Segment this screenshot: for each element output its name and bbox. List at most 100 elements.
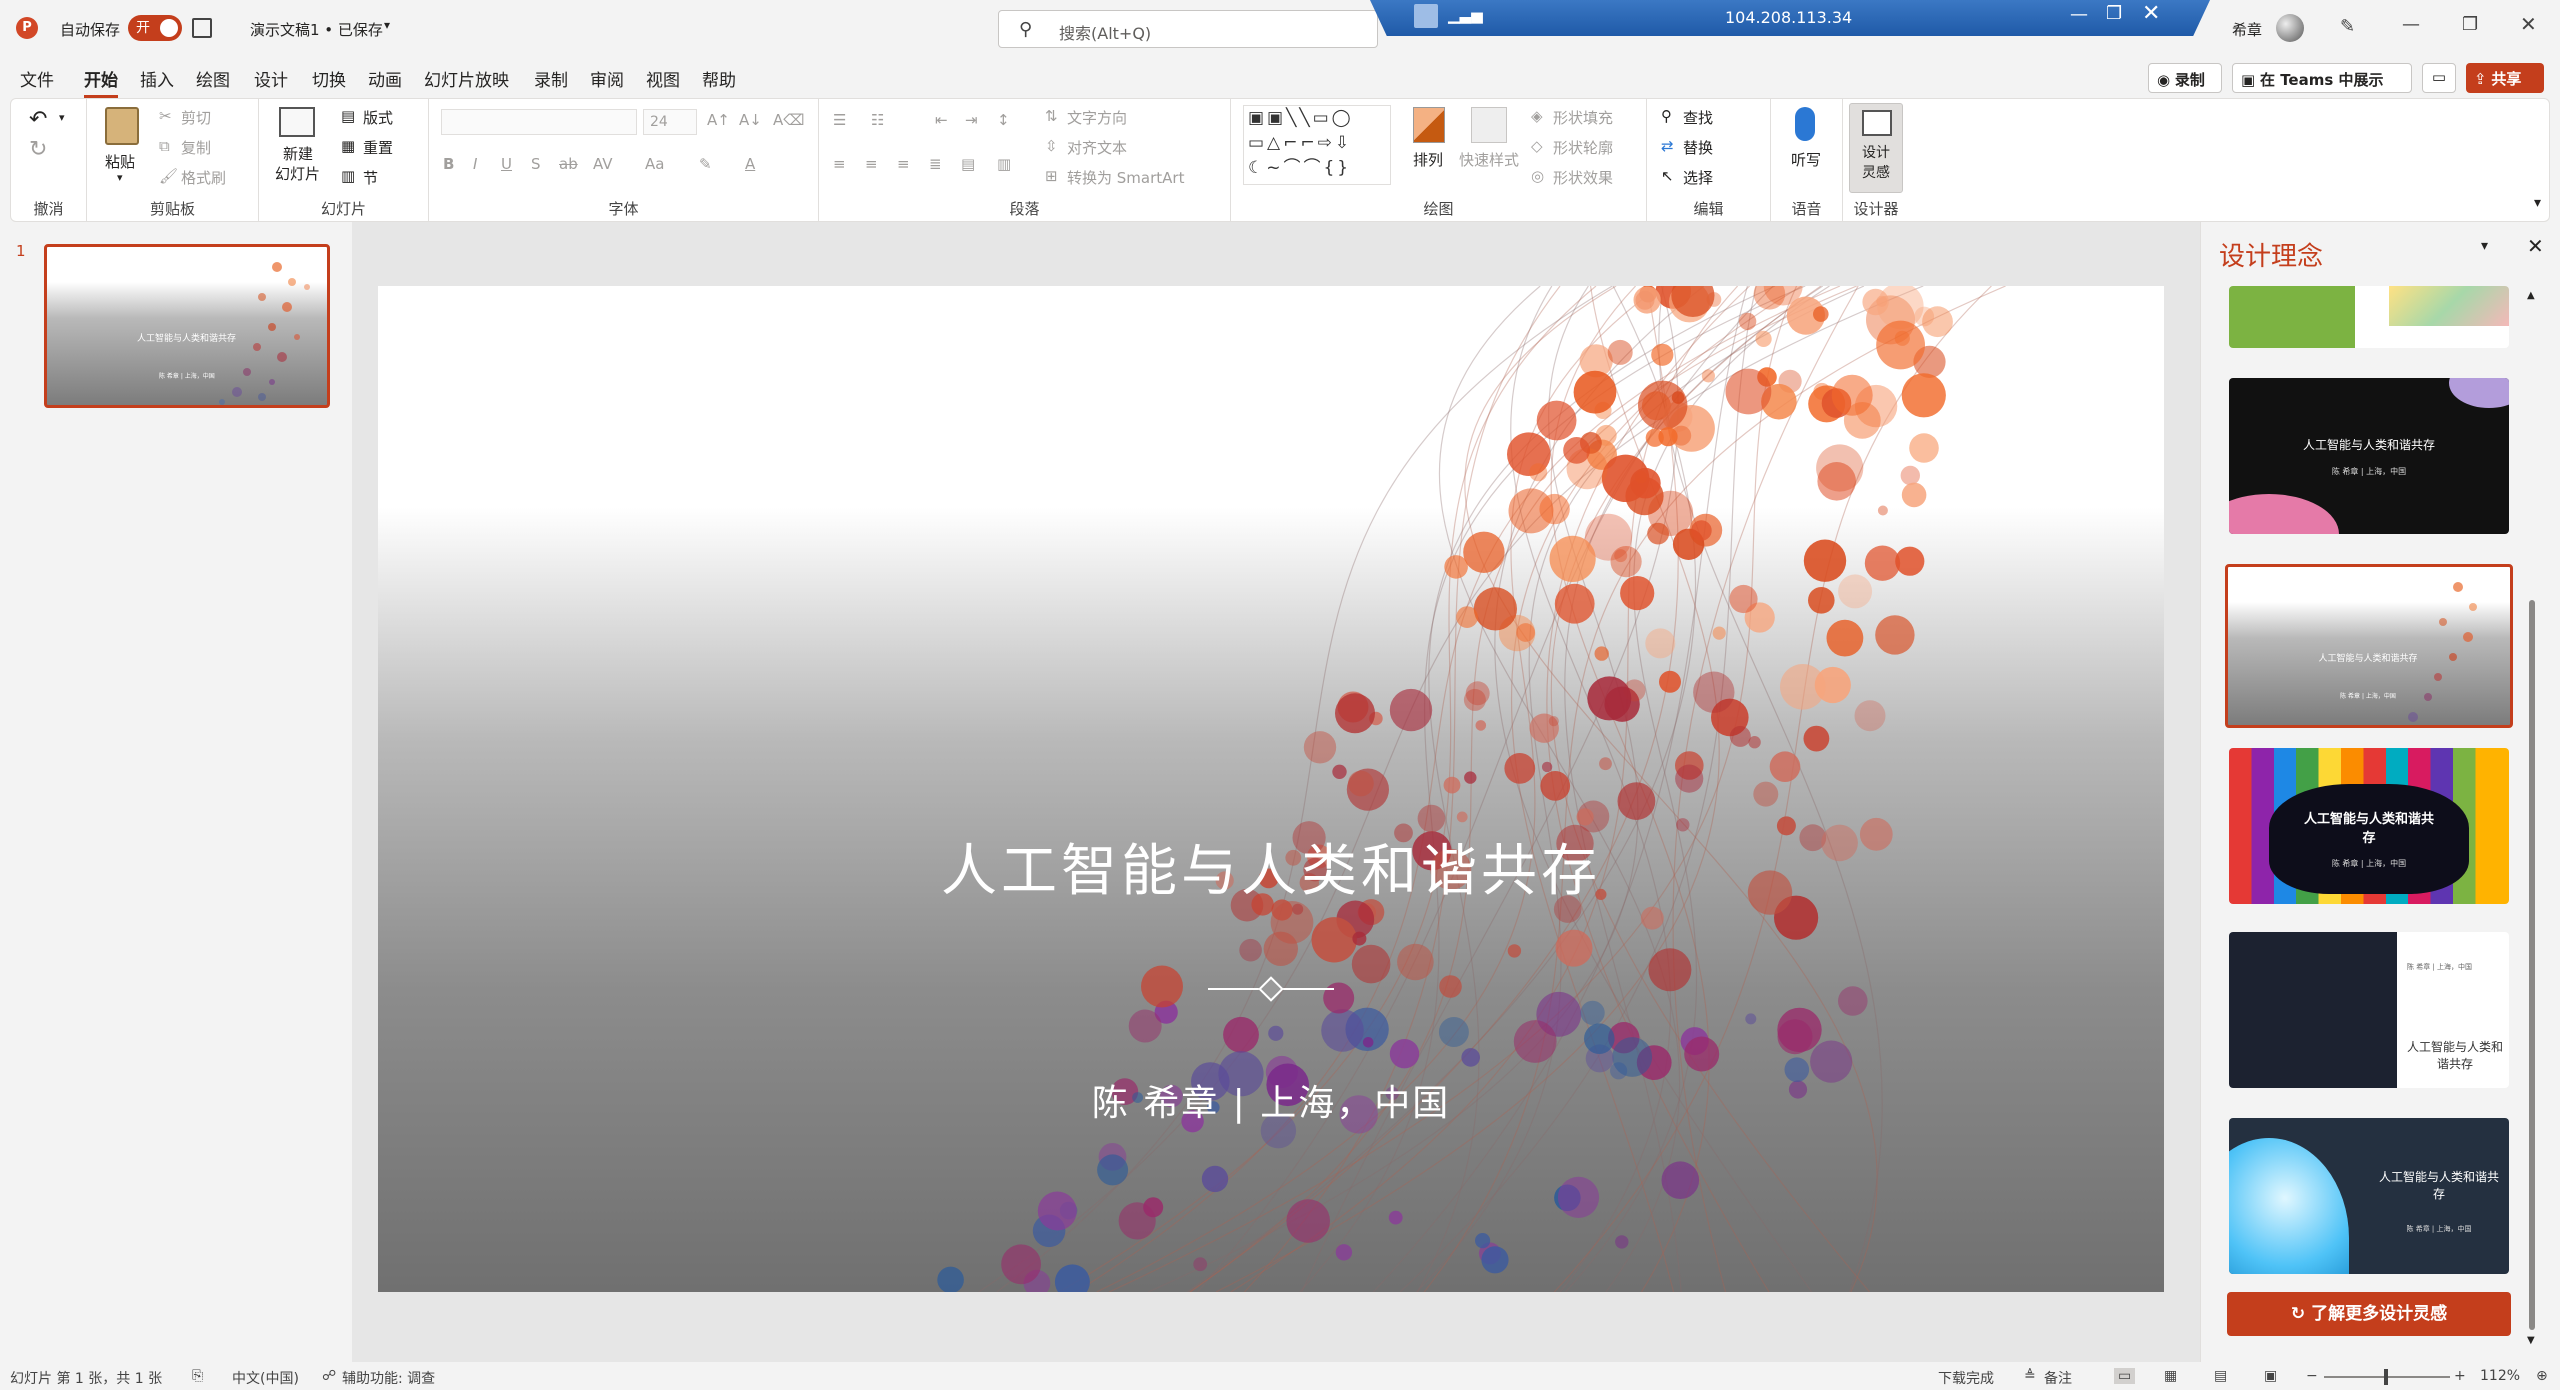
italic-icon[interactable]: I [473, 155, 477, 173]
smartart-icon[interactable]: ⊞ [1045, 167, 1058, 185]
quick-styles-button[interactable]: 快速样式 [1459, 149, 1519, 170]
new-slide-label-1[interactable]: 新建 [283, 143, 313, 164]
tab-insert[interactable]: 插入 [140, 66, 174, 91]
smartart-button[interactable]: 转换为 SmartArt [1067, 167, 1184, 188]
shrink-font-icon[interactable]: A↓ [739, 111, 762, 129]
tab-record[interactable]: 录制 [534, 66, 568, 91]
shadow-icon[interactable]: S [531, 155, 541, 173]
reset-button[interactable]: 重置 [363, 137, 393, 158]
cut-button[interactable]: 剪切 [181, 107, 211, 128]
user-name[interactable]: 希章 [2232, 19, 2262, 40]
arrange-button[interactable]: 排列 [1413, 149, 1443, 170]
dictate-button[interactable]: 听写 [1791, 149, 1821, 170]
search-box[interactable]: ⚲ 搜索(Alt+Q) [998, 10, 1378, 48]
zoom-slider-thumb[interactable] [2384, 1369, 2388, 1385]
shapes-gallery[interactable]: ▣▣╲╲▭◯ ▭△⌐⌐⇨⇩ ☾~⌒⌒{} [1243, 105, 1391, 185]
find-icon[interactable]: ⚲ [1661, 107, 1672, 125]
decrease-indent-icon[interactable]: ⇤ [935, 111, 948, 129]
fit-to-window-icon[interactable]: ⊕ [2536, 1368, 2548, 1384]
designer-button[interactable]: 设计 灵感 [1849, 103, 1903, 193]
find-button[interactable]: 查找 [1683, 107, 1713, 128]
design-scrollbar[interactable]: ▲ ▼ [2527, 290, 2537, 1346]
shape-outline-icon[interactable]: ◇ [1531, 137, 1543, 155]
comments-button[interactable]: ▭ [2422, 63, 2456, 93]
slide-thumbnail[interactable]: 人工智能与人类和谐共存 陈 希章 | 上海，中国 [44, 244, 330, 408]
char-spacing-icon[interactable]: AV [593, 155, 613, 173]
chevron-down-icon[interactable]: ▾ [384, 18, 390, 32]
design-idea-card-1[interactable]: 人工智能与人类和谐共存 陈 希章 | 上海，中国 [2229, 378, 2509, 534]
tab-review[interactable]: 审阅 [590, 66, 624, 91]
rdp-minimize-icon[interactable]: — [2070, 4, 2088, 25]
design-idea-card-2-selected[interactable]: 人工智能与人类和谐共存 陈 希章 | 上海，中国 [2225, 564, 2513, 728]
layout-button[interactable]: 版式 [363, 107, 393, 128]
microphone-icon[interactable] [1795, 107, 1815, 141]
design-idea-card-partial[interactable] [2229, 286, 2509, 348]
tab-file[interactable]: 文件 [20, 66, 54, 91]
shape-fill-button[interactable]: 形状填充 [1553, 107, 1613, 128]
design-idea-card-4[interactable]: 陈 希章 | 上海，中国 人工智能与人类和谐共存 [2229, 932, 2509, 1088]
copy-button[interactable]: 复制 [181, 137, 211, 158]
grow-font-icon[interactable]: A↑ [707, 111, 730, 129]
align-center-icon[interactable]: ≡ [865, 155, 878, 173]
tab-view[interactable]: 视图 [646, 66, 680, 91]
accessibility-icon[interactable]: ☍ [322, 1368, 336, 1384]
slide-title[interactable]: 人工智能与人类和谐共存 [378, 826, 2164, 907]
undo-dropdown-icon[interactable]: ▾ [59, 111, 65, 124]
format-painter-button[interactable]: 格式刷 [181, 167, 226, 188]
tab-transitions[interactable]: 切换 [312, 66, 346, 91]
quick-styles-icon[interactable] [1471, 107, 1507, 143]
rdp-restore-icon[interactable]: ❐ [2106, 3, 2122, 24]
slide-sorter-icon[interactable]: ▦ [2164, 1368, 2177, 1384]
replace-button[interactable]: 替换 [1683, 137, 1713, 158]
teams-present-button[interactable]: ▣ 在 Teams 中展示 [2232, 63, 2412, 93]
align-text-button[interactable]: 对齐文本 [1067, 137, 1127, 158]
increase-indent-icon[interactable]: ⇥ [965, 111, 978, 129]
new-slide-label-2[interactable]: 幻灯片 [275, 163, 320, 184]
new-slide-icon[interactable] [279, 107, 315, 137]
highlight-icon[interactable]: ✎ [699, 155, 712, 173]
bold-icon[interactable]: B [443, 155, 454, 173]
close-icon[interactable]: ✕ [2520, 12, 2537, 36]
arrange-icon[interactable] [1413, 107, 1445, 143]
notes-icon[interactable]: ≜ [2024, 1368, 2036, 1384]
pin-icon[interactable] [1414, 4, 1438, 28]
align-left-icon[interactable]: ≡ [833, 155, 846, 173]
font-name-field[interactable] [441, 109, 637, 135]
scroll-down-icon[interactable]: ▼ [2527, 1335, 2535, 1346]
spelling-icon[interactable]: ⎘ [192, 1368, 203, 1384]
tab-help[interactable]: 帮助 [702, 66, 736, 91]
justify-icon[interactable]: ≣ [929, 155, 942, 173]
select-icon[interactable]: ↖ [1661, 167, 1674, 185]
zoom-in-icon[interactable]: + [2454, 1368, 2466, 1384]
align-text-icon[interactable]: ⇳ [1045, 137, 1058, 155]
shape-outline-button[interactable]: 形状轮廓 [1553, 137, 1613, 158]
language-status[interactable]: 中文(中国) [232, 1368, 299, 1388]
bullets-icon[interactable]: ☰ [833, 111, 846, 129]
font-color-icon[interactable]: A [745, 155, 755, 173]
restore-icon[interactable]: ❐ [2462, 14, 2478, 35]
accessibility-status[interactable]: 辅助功能: 调查 [342, 1368, 435, 1388]
reset-icon[interactable]: ▦ [341, 137, 355, 155]
strikethrough-icon[interactable]: ab [559, 155, 578, 173]
paste-icon[interactable] [105, 107, 139, 145]
design-idea-card-5[interactable]: 人工智能与人类和谐共存 陈 希章 | 上海，中国 [2229, 1118, 2509, 1274]
paste-dropdown-icon[interactable]: ▾ [117, 171, 123, 184]
autosave-toggle[interactable]: 开 [128, 15, 182, 41]
notes-button[interactable]: 备注 [2044, 1368, 2072, 1388]
rdp-close-icon[interactable]: ✕ [2142, 1, 2160, 26]
document-title[interactable]: 演示文稿1 • 已保存 [250, 19, 383, 40]
line-spacing-icon[interactable]: ↕ [997, 111, 1010, 129]
save-icon[interactable] [192, 18, 212, 38]
redo-icon[interactable]: ↻ [29, 137, 47, 162]
pen-icon[interactable]: ✎ [2340, 16, 2355, 37]
paste-button[interactable]: 粘贴 [105, 151, 135, 172]
columns-icon[interactable]: ▥ [997, 155, 1011, 173]
section-icon[interactable]: ▥ [341, 167, 355, 185]
format-painter-icon[interactable]: 🖌 [159, 167, 178, 185]
slide-subtitle[interactable]: 陈 希章 | 上海，中国 [378, 1074, 2164, 1126]
font-size-field[interactable]: 24 [643, 109, 697, 135]
slide-count[interactable]: 幻灯片 第 1 张，共 1 张 [10, 1368, 162, 1388]
clear-format-icon[interactable]: A⌫ [773, 111, 804, 129]
numbering-icon[interactable]: ☷ [871, 111, 884, 129]
reading-view-icon[interactable]: ▤ [2214, 1368, 2227, 1384]
